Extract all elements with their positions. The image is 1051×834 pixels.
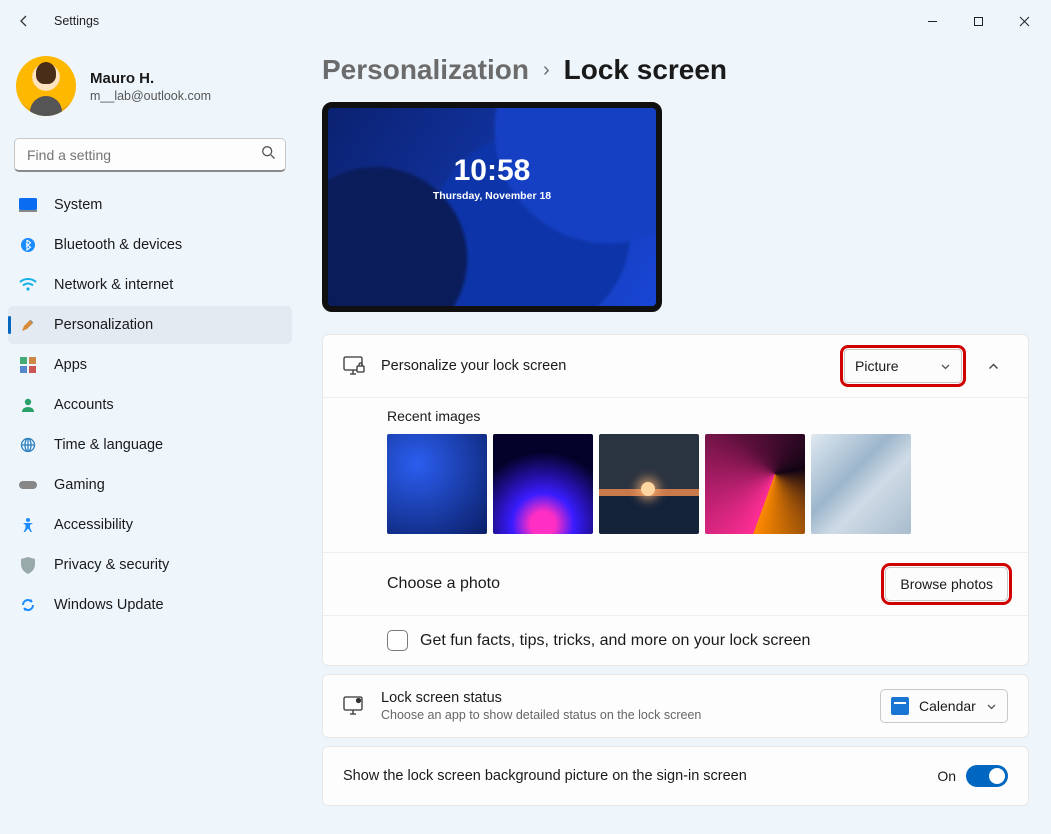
- sidebar-item-network[interactable]: Network & internet: [8, 266, 292, 304]
- sidebar-item-gaming[interactable]: Gaming: [8, 466, 292, 504]
- bluetooth-icon: [18, 235, 38, 255]
- calendar-icon: [891, 697, 909, 715]
- back-button[interactable]: [4, 1, 44, 41]
- sidebar-item-time-language[interactable]: Time & language: [8, 426, 292, 464]
- sidebar-item-label: Accounts: [54, 397, 114, 413]
- breadcrumb-parent[interactable]: Personalization: [322, 54, 529, 86]
- sidebar-item-personalization[interactable]: Personalization: [8, 306, 292, 344]
- app-title: Settings: [54, 14, 99, 28]
- update-icon: [18, 595, 38, 615]
- recent-image-3[interactable]: [599, 434, 699, 534]
- maximize-icon: [973, 16, 984, 27]
- sidebar-item-label: Time & language: [54, 437, 163, 453]
- status-title: Lock screen status: [381, 690, 864, 706]
- system-icon: [18, 195, 38, 215]
- sidebar-item-label: Accessibility: [54, 517, 133, 533]
- browse-photos-button[interactable]: Browse photos: [885, 567, 1008, 601]
- personalize-title: Personalize your lock screen: [381, 358, 828, 374]
- signin-background-toggle[interactable]: [966, 765, 1008, 787]
- person-icon: [18, 395, 38, 415]
- sidebar-item-privacy[interactable]: Privacy & security: [8, 546, 292, 584]
- user-name: Mauro H.: [90, 70, 211, 87]
- gamepad-icon: [18, 475, 38, 495]
- apps-icon: [18, 355, 38, 375]
- maximize-button[interactable]: [955, 3, 1001, 39]
- lockscreen-preview: 10:58 Thursday, November 18: [322, 102, 662, 312]
- background-type-dropdown[interactable]: Picture: [844, 349, 962, 383]
- chevron-right-icon: ›: [543, 59, 550, 82]
- paintbrush-icon: [18, 315, 38, 335]
- status-subtitle: Choose an app to show detailed status on…: [381, 708, 864, 722]
- sidebar-item-label: Apps: [54, 357, 87, 373]
- search-icon: [261, 145, 276, 165]
- sidebar-item-apps[interactable]: Apps: [8, 346, 292, 384]
- sidebar-item-windows-update[interactable]: Windows Update: [8, 586, 292, 624]
- recent-image-1[interactable]: [387, 434, 487, 534]
- sidebar-item-label: Privacy & security: [54, 557, 169, 573]
- sidebar-item-label: Gaming: [54, 477, 105, 493]
- close-button[interactable]: [1001, 3, 1047, 39]
- sidebar-item-label: System: [54, 197, 102, 213]
- wifi-icon: [18, 275, 38, 295]
- chevron-down-icon: [986, 701, 997, 712]
- toggle-state-text: On: [937, 768, 956, 784]
- sidebar-item-label: Windows Update: [54, 597, 164, 613]
- close-icon: [1019, 16, 1030, 27]
- search-input[interactable]: [14, 138, 286, 172]
- recent-image-2[interactable]: [493, 434, 593, 534]
- user-email: m__lab@outlook.com: [90, 89, 211, 103]
- avatar[interactable]: [16, 56, 76, 116]
- sidebar-item-label: Personalization: [54, 317, 153, 333]
- chevron-up-icon: [987, 360, 1000, 373]
- breadcrumb: Personalization › Lock screen: [322, 54, 1029, 86]
- chevron-down-icon: [940, 361, 951, 372]
- monitor-badge-icon: [343, 695, 365, 717]
- sidebar-item-label: Network & internet: [54, 277, 173, 293]
- signin-background-label: Show the lock screen background picture …: [343, 768, 937, 784]
- status-app-dropdown[interactable]: Calendar: [880, 689, 1008, 723]
- fun-facts-checkbox[interactable]: [387, 630, 408, 651]
- preview-time: 10:58: [328, 154, 656, 188]
- choose-photo-label: Choose a photo: [387, 575, 500, 593]
- sidebar-item-system[interactable]: System: [8, 186, 292, 224]
- arrow-left-icon: [16, 13, 32, 29]
- minimize-button[interactable]: [909, 3, 955, 39]
- fun-facts-label: Get fun facts, tips, tricks, and more on…: [420, 632, 810, 650]
- collapse-section-button[interactable]: [978, 351, 1008, 381]
- monitor-lock-icon: [343, 355, 365, 377]
- sidebar-item-accessibility[interactable]: Accessibility: [8, 506, 292, 544]
- recent-image-5[interactable]: [811, 434, 911, 534]
- status-app-value: Calendar: [919, 698, 976, 714]
- browse-photos-label: Browse photos: [900, 576, 993, 592]
- minimize-icon: [927, 16, 938, 27]
- preview-date: Thursday, November 18: [328, 190, 656, 202]
- sidebar-item-accounts[interactable]: Accounts: [8, 386, 292, 424]
- shield-icon: [18, 555, 38, 575]
- sidebar-item-bluetooth[interactable]: Bluetooth & devices: [8, 226, 292, 264]
- accessibility-icon: [18, 515, 38, 535]
- recent-image-4[interactable]: [705, 434, 805, 534]
- sidebar-item-label: Bluetooth & devices: [54, 237, 182, 253]
- dropdown-value: Picture: [855, 358, 899, 374]
- page-title: Lock screen: [564, 54, 727, 86]
- globe-clock-icon: [18, 435, 38, 455]
- recent-images-label: Recent images: [387, 408, 1008, 424]
